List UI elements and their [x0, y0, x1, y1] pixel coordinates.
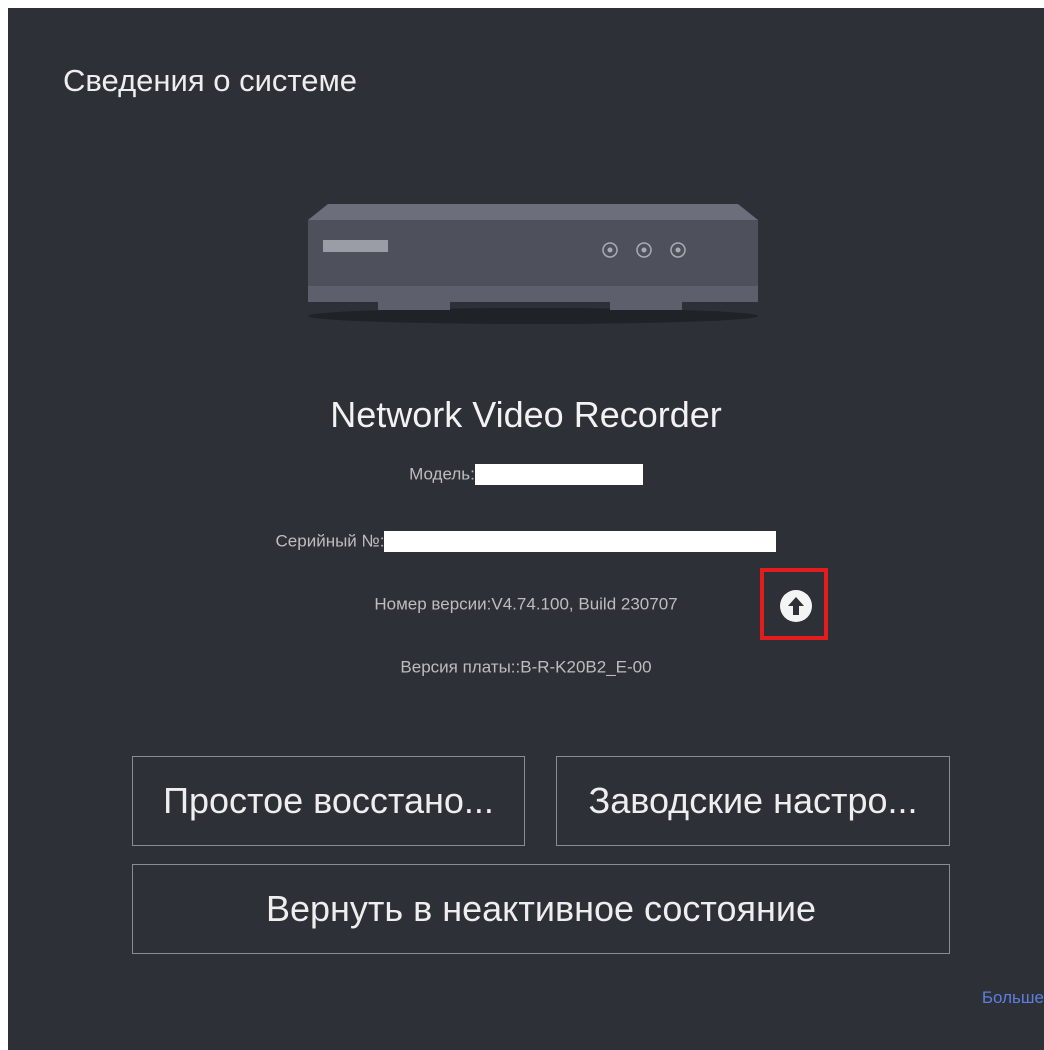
nvr-device-illustration [308, 204, 758, 324]
factory-defaults-button[interactable]: Заводские настро... [556, 756, 950, 846]
simple-restore-button[interactable]: Простое восстано... [132, 756, 525, 846]
more-link[interactable]: Больше [982, 988, 1044, 1008]
serial-row: Серийный №: [8, 531, 1044, 553]
model-label: Модель: [409, 464, 475, 484]
board-version-text: Версия платы::B-R-K20B2_E-00 [400, 657, 652, 677]
board-version-row: Версия платы::B-R-K20B2_E-00 [8, 657, 1044, 678]
model-row: Модель: [8, 464, 1044, 486]
page-title: Сведения о системе [63, 63, 358, 98]
model-value-redacted [474, 464, 643, 486]
device-name: Network Video Recorder [330, 394, 722, 435]
serial-label: Серийный №: [275, 531, 385, 551]
restore-inactive-button[interactable]: Вернуть в неактивное состояние [132, 864, 950, 954]
serial-value-redacted [384, 531, 777, 553]
system-info-panel: Сведения о системе Network Video Recorde… [8, 8, 1044, 1050]
version-row: Номер версии:V4.74.100, Build 230707 [8, 594, 1044, 615]
upgrade-highlight-box [760, 568, 828, 640]
version-text: Номер версии:V4.74.100, Build 230707 [374, 594, 678, 614]
arrow-up-circle-icon[interactable] [780, 590, 812, 622]
